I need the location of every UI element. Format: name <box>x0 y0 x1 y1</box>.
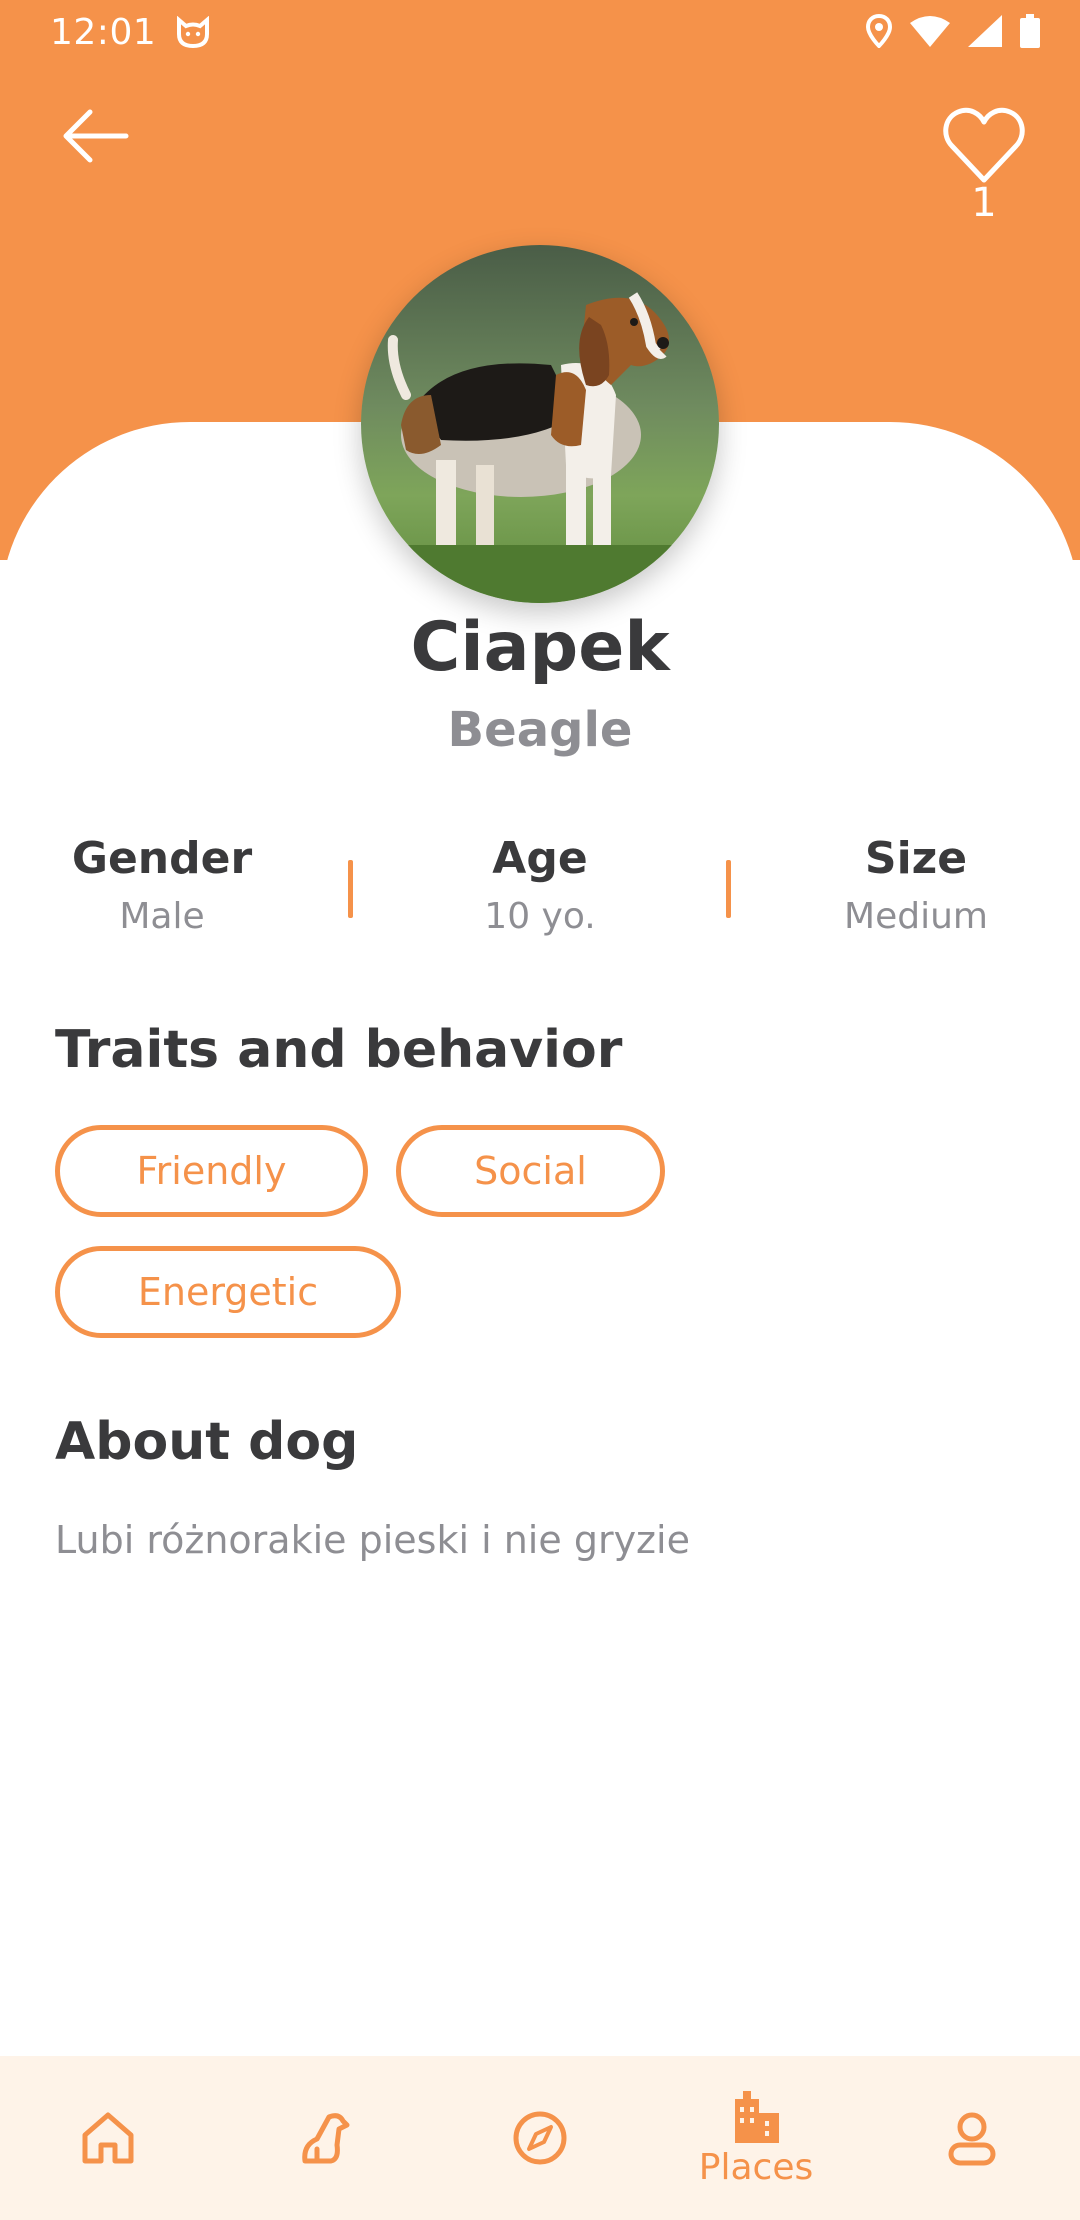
nav-dogs[interactable] <box>216 2056 432 2220</box>
nav-places[interactable]: Places <box>648 2056 864 2220</box>
stat-value: Male <box>119 896 205 937</box>
wifi-icon <box>910 16 950 47</box>
stat-label: Gender <box>71 833 253 884</box>
stat-value: 10 yo. <box>484 896 596 937</box>
signal-icon <box>968 15 1002 47</box>
status-bar: 12:01 <box>0 0 1080 68</box>
trait-chip-social[interactable]: Social <box>396 1125 665 1217</box>
stat-label: Size <box>864 833 968 884</box>
stat-age: Age 10 yo. <box>380 830 700 937</box>
stat-divider <box>348 860 353 918</box>
dog-icon <box>302 2113 350 2164</box>
favorite-count: 1 <box>971 180 997 226</box>
compass-icon <box>513 2111 567 2165</box>
stat-value: Medium <box>844 896 988 937</box>
nav-profile[interactable] <box>864 2056 1080 2220</box>
dog-photo <box>361 245 719 603</box>
user-icon <box>948 2112 996 2166</box>
back-arrow-icon[interactable] <box>56 100 136 180</box>
nav-home[interactable] <box>0 2056 216 2220</box>
trait-chip-energetic[interactable]: Energetic <box>55 1246 401 1338</box>
stat-size: Size Medium <box>756 830 1076 937</box>
buildings-icon <box>735 2090 779 2143</box>
dog-name: Ciapek <box>410 608 670 687</box>
dog-stats: Gender Male Age 10 yo. Size Medium <box>0 830 1080 950</box>
cat-notification-icon <box>177 16 209 49</box>
stat-gender: Gender Male <box>2 830 322 937</box>
bottom-navigation: Places <box>0 2056 1080 2220</box>
about-title: About dog <box>55 1412 359 1472</box>
heart-icon[interactable] <box>940 100 1028 190</box>
stat-label: Age <box>492 833 588 884</box>
status-time: 12:01 <box>50 12 157 53</box>
dog-breed: Beagle <box>447 702 633 758</box>
nav-explore[interactable] <box>432 2056 648 2220</box>
home-icon <box>82 2112 134 2164</box>
stat-divider <box>726 860 731 918</box>
traits-title: Traits and behavior <box>55 1020 623 1080</box>
trait-chip-friendly[interactable]: Friendly <box>55 1125 368 1217</box>
location-icon <box>866 14 892 48</box>
about-text: Lubi różnorakie pieski i nie gryzie <box>55 1518 690 1562</box>
nav-places-label: Places <box>698 2146 814 2188</box>
battery-icon <box>1020 14 1040 48</box>
